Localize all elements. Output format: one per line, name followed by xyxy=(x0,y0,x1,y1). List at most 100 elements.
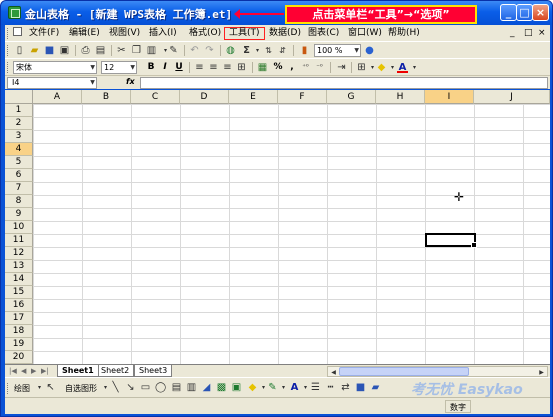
toolbar-grip[interactable] xyxy=(7,62,10,73)
menu-grip[interactable] xyxy=(7,28,10,39)
row-header-15[interactable]: 15 xyxy=(5,286,33,299)
wordart-icon[interactable]: ◢ xyxy=(201,383,212,393)
row-header-7[interactable]: 7 xyxy=(5,182,33,195)
row-header-19[interactable]: 19 xyxy=(5,338,33,351)
doc-restore-icon[interactable]: □ xyxy=(524,27,533,40)
clip-art-icon[interactable]: ▩ xyxy=(216,383,227,393)
sort-descending-icon[interactable]: ⇵ xyxy=(277,45,288,56)
print-setup-icon[interactable]: ▣ xyxy=(59,45,70,56)
name-box[interactable]: I4 xyxy=(7,77,97,89)
chart-icon[interactable]: ▮ xyxy=(299,45,310,56)
line-icon[interactable]: ╲ xyxy=(110,383,121,393)
oval-icon[interactable]: ◯ xyxy=(155,383,166,393)
borders-icon[interactable]: ⊞ xyxy=(356,62,367,73)
zoom-select[interactable]: 100 % ▼ xyxy=(314,44,361,57)
column-header-h[interactable]: H xyxy=(376,90,425,104)
row-header-11[interactable]: 11 xyxy=(5,234,33,247)
font-size-select[interactable]: 12 ▼ xyxy=(101,61,137,74)
wps-spreadsheet-icon[interactable] xyxy=(8,6,21,19)
autosum-icon[interactable]: Σ xyxy=(241,45,252,56)
column-header-c[interactable]: C xyxy=(131,90,180,104)
line-color-dropdown-icon[interactable]: ▾ xyxy=(278,383,289,393)
row-header-8[interactable]: 8 xyxy=(5,195,33,208)
doc-close-icon[interactable]: × xyxy=(538,27,546,40)
doc-minimize-icon[interactable]: _ xyxy=(510,27,515,40)
row-header-2[interactable]: 2 xyxy=(5,117,33,130)
comma-style-button[interactable]: , xyxy=(286,61,298,73)
percent-button[interactable]: % xyxy=(272,61,284,73)
minimize-button[interactable]: _ xyxy=(500,4,517,21)
column-header-d[interactable]: D xyxy=(180,90,229,104)
column-header-f[interactable]: F xyxy=(278,90,327,104)
indent-icon[interactable]: ⇥ xyxy=(336,62,347,73)
horizontal-scrollbar[interactable]: ◀ ▶ xyxy=(327,366,548,377)
picture-icon[interactable]: ▣ xyxy=(231,383,242,393)
row-header-3[interactable]: 3 xyxy=(5,130,33,143)
row-header-10[interactable]: 10 xyxy=(5,221,33,234)
print-preview-icon[interactable]: ▤ xyxy=(95,45,106,56)
align-right-icon[interactable]: ≡ xyxy=(222,62,233,73)
undo-icon[interactable]: ↶ xyxy=(189,45,200,56)
column-header-i[interactable]: I xyxy=(425,90,474,104)
save-icon[interactable]: ■ xyxy=(44,45,55,56)
first-sheet-icon[interactable]: |◀ xyxy=(9,367,17,375)
column-header-b[interactable]: B xyxy=(82,90,131,104)
sheet-tab-sheet1[interactable]: Sheet1 xyxy=(57,365,99,377)
autosum-dropdown-icon[interactable]: ▾ xyxy=(252,45,263,56)
row-header-4[interactable]: 4 xyxy=(5,143,33,156)
menu-view[interactable]: 视图(V) xyxy=(109,27,140,40)
menu-chart[interactable]: 图表(C) xyxy=(308,27,339,40)
arrow-icon[interactable]: ↘ xyxy=(125,383,136,393)
formula-input[interactable] xyxy=(140,77,548,89)
row-header-12[interactable]: 12 xyxy=(5,247,33,260)
row-header-16[interactable]: 16 xyxy=(5,299,33,312)
increase-decimal-icon[interactable]: ⁺⁰ xyxy=(300,62,311,73)
arrow-style-icon[interactable]: ⇄ xyxy=(340,383,351,393)
title-bar[interactable]: 金山表格 - [新建 WPS表格 工作簿.et] 点击菜单栏“工具”→“选项” … xyxy=(1,1,552,25)
active-cell-I4[interactable] xyxy=(425,233,477,248)
row-header-5[interactable]: 5 xyxy=(5,156,33,169)
align-left-icon[interactable]: ≡ xyxy=(194,62,205,73)
currency-icon[interactable]: ▦ xyxy=(257,62,268,73)
shadow-icon[interactable]: ■ xyxy=(355,383,366,393)
paste-icon[interactable]: ▥ xyxy=(146,45,157,56)
dash-style-icon[interactable]: ┅ xyxy=(325,383,336,393)
column-header-j[interactable]: J xyxy=(474,90,550,104)
row-header-13[interactable]: 13 xyxy=(5,260,33,273)
row-header-9[interactable]: 9 xyxy=(5,208,33,221)
bold-button[interactable]: B xyxy=(145,61,157,73)
vertical-textbox-icon[interactable]: ▥ xyxy=(186,383,197,393)
format-painter-icon[interactable]: ✎ xyxy=(168,45,179,56)
close-button[interactable]: × xyxy=(532,4,549,21)
line-color-icon[interactable]: ✎ xyxy=(267,383,278,393)
name-box-dropdown-icon[interactable]: ▼ xyxy=(87,77,98,88)
column-header-g[interactable]: G xyxy=(327,90,376,104)
open-icon[interactable]: ▰ xyxy=(29,45,40,56)
row-header-17[interactable]: 17 xyxy=(5,312,33,325)
draw-dropdown-icon[interactable]: ▾ xyxy=(34,383,45,393)
autoshapes-button[interactable]: 自选图形 xyxy=(65,383,97,394)
sheet-tab-sheet2[interactable]: Sheet2 xyxy=(96,365,135,377)
row-header-20[interactable]: 20 xyxy=(5,351,33,364)
insert-function-icon[interactable]: fx xyxy=(126,77,135,86)
italic-button[interactable]: I xyxy=(159,61,171,73)
menu-insert[interactable]: 插入(I) xyxy=(149,27,177,40)
help-icon[interactable]: ● xyxy=(364,45,375,56)
toolbar-grip[interactable] xyxy=(7,383,10,394)
column-header-a[interactable]: A xyxy=(33,90,82,104)
draw-fill-color-icon[interactable]: ◆ xyxy=(247,383,258,393)
row-header-6[interactable]: 6 xyxy=(5,169,33,182)
font-color-dropdown-icon[interactable]: ▾ xyxy=(409,62,420,73)
scrollbar-thumb[interactable] xyxy=(339,367,469,376)
last-sheet-icon[interactable]: ▶| xyxy=(41,367,49,375)
row-header-18[interactable]: 18 xyxy=(5,325,33,338)
toolbar-grip[interactable] xyxy=(7,45,10,56)
menu-help[interactable]: 帮助(H) xyxy=(388,27,420,40)
fill-color-icon[interactable]: ◆ xyxy=(376,62,387,73)
merge-center-icon[interactable]: ⊞ xyxy=(236,62,247,73)
draw-font-color-icon[interactable]: A xyxy=(289,383,300,393)
line-style-icon[interactable]: ☰ xyxy=(310,383,321,393)
prev-sheet-icon[interactable]: ◀ xyxy=(21,367,26,375)
menu-window[interactable]: 窗口(W) xyxy=(348,27,382,40)
font-select[interactable]: 宋体 ▼ xyxy=(13,61,97,74)
